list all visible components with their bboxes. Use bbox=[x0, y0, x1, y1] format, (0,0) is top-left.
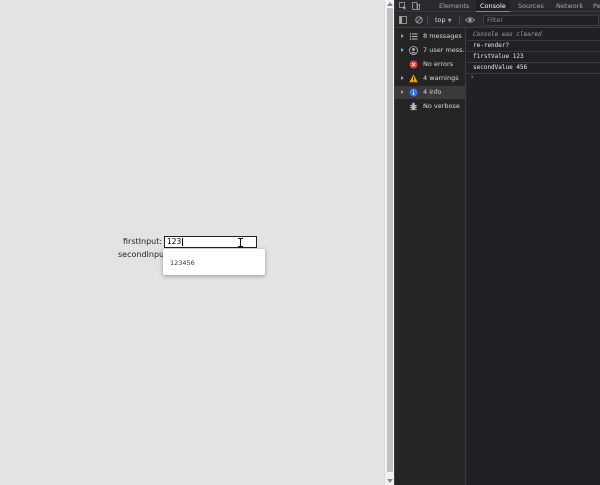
autocomplete-suggestion[interactable]: 123456 bbox=[170, 259, 195, 267]
devtools-tabbar: Elements Console Sources Network Pe bbox=[395, 0, 600, 12]
context-label: top bbox=[435, 16, 446, 24]
autocomplete-dropdown[interactable]: 123456 bbox=[163, 249, 265, 275]
sidebar-item-info[interactable]: 4 info bbox=[395, 86, 465, 99]
live-expression-eye-icon[interactable] bbox=[465, 16, 475, 24]
expand-arrow-icon[interactable] bbox=[401, 48, 404, 52]
sidebar-item-label: No verbose bbox=[423, 102, 460, 110]
toolbar-separator bbox=[459, 16, 460, 25]
device-toolbar-icon[interactable] bbox=[412, 2, 420, 10]
clear-console-icon[interactable] bbox=[415, 16, 423, 24]
sidebar-item-label: 8 messages bbox=[423, 32, 462, 40]
console-output: Console was cleared re-render? firstValu… bbox=[467, 28, 600, 485]
sidebar-item-verbose[interactable]: No verbose bbox=[395, 100, 465, 113]
devtools-panel: Elements Console Sources Network Pe top … bbox=[394, 0, 600, 485]
sidebar-item-warnings[interactable]: 4 warnings bbox=[395, 72, 465, 85]
log-divider bbox=[467, 73, 600, 74]
console-prompt-icon[interactable]: › bbox=[470, 73, 474, 81]
user-icon bbox=[409, 46, 418, 55]
sidebar-item-label: 4 info bbox=[423, 88, 442, 96]
page-viewport: firstInput: 123 secondInpu 123456 bbox=[0, 0, 384, 485]
tab-network[interactable]: Network bbox=[556, 0, 583, 12]
console-filter-input[interactable]: Filter bbox=[483, 15, 599, 26]
console-log-line[interactable]: firstValue 123 bbox=[473, 51, 524, 62]
sidebar-item-errors[interactable]: No errors bbox=[395, 58, 465, 71]
warning-icon bbox=[409, 74, 418, 83]
scroll-thumb[interactable] bbox=[387, 8, 393, 472]
info-icon bbox=[409, 88, 418, 97]
tab-console[interactable]: Console bbox=[476, 0, 510, 12]
first-input-value: 123 bbox=[167, 237, 182, 246]
tab-elements[interactable]: Elements bbox=[439, 0, 469, 12]
console-log-line[interactable]: re-render? bbox=[473, 40, 509, 51]
expand-arrow-icon[interactable] bbox=[401, 90, 404, 94]
list-icon bbox=[409, 33, 418, 40]
first-input-label: firstInput: bbox=[123, 237, 163, 246]
console-toolbar: top ▼ Filter bbox=[395, 13, 600, 28]
context-selector[interactable]: top ▼ bbox=[435, 15, 452, 26]
console-log-line[interactable]: secondValue 456 bbox=[473, 62, 527, 73]
sidebar-item-messages[interactable]: 8 messages bbox=[395, 30, 465, 43]
scroll-down-icon[interactable] bbox=[387, 479, 393, 483]
page-scrollbar[interactable] bbox=[384, 0, 394, 485]
inspect-element-icon[interactable] bbox=[399, 2, 407, 10]
filter-placeholder: Filter bbox=[487, 16, 504, 24]
text-caret bbox=[182, 238, 184, 246]
tab-performance[interactable]: Pe bbox=[593, 0, 600, 12]
first-input-field[interactable]: 123 bbox=[164, 236, 257, 248]
expand-arrow-icon[interactable] bbox=[401, 34, 404, 38]
sidebar-item-label: No errors bbox=[423, 60, 454, 68]
ibeam-cursor-icon bbox=[238, 238, 243, 247]
scroll-up-icon[interactable] bbox=[387, 2, 393, 6]
sidebar-toggle-icon[interactable] bbox=[399, 16, 407, 24]
console-cleared-message: Console was cleared bbox=[473, 31, 542, 38]
sidebar-item-label: 7 user mess… bbox=[423, 46, 465, 54]
dropdown-arrow-icon: ▼ bbox=[447, 18, 452, 24]
sidebar-item-label: 4 warnings bbox=[423, 74, 459, 82]
tab-sources[interactable]: Sources bbox=[518, 0, 544, 12]
console-sidebar: 8 messages 7 user mess… No errors 4 warn… bbox=[395, 28, 466, 485]
error-icon bbox=[409, 60, 418, 69]
bug-icon bbox=[409, 102, 418, 111]
sidebar-item-user-messages[interactable]: 7 user mess… bbox=[395, 44, 465, 57]
second-input-label: secondInpu bbox=[118, 250, 165, 259]
expand-arrow-icon[interactable] bbox=[401, 76, 404, 80]
toolbar-separator bbox=[427, 16, 428, 25]
